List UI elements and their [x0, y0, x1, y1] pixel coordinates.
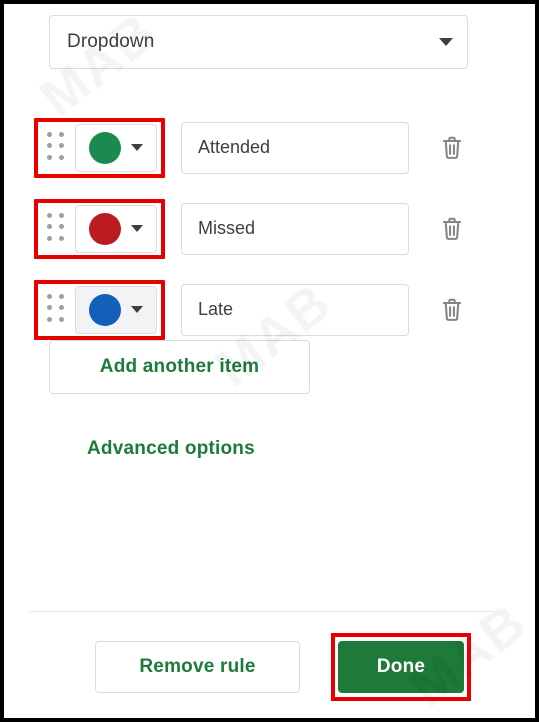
list-item: [4, 188, 535, 269]
item-value-input[interactable]: [181, 121, 409, 174]
delete-item-button[interactable]: [435, 212, 469, 246]
color-swatch: [89, 293, 121, 326]
footer-divider: [29, 611, 493, 612]
item-color-picker[interactable]: [75, 204, 157, 253]
item-value-input[interactable]: [181, 283, 409, 336]
item-color-picker[interactable]: [75, 285, 157, 334]
chevron-down-icon: [131, 144, 143, 151]
dropdown-rule-panel: MAB MAB MAB Dropdown: [4, 4, 535, 718]
drag-handle-icon[interactable]: [47, 293, 67, 326]
item-color-picker[interactable]: [75, 123, 157, 172]
drag-handle-icon[interactable]: [47, 212, 67, 245]
rule-type-value: Dropdown: [67, 31, 155, 52]
rule-type-dropdown[interactable]: Dropdown: [49, 15, 468, 69]
done-button-group: Done: [331, 633, 471, 701]
remove-rule-button[interactable]: Remove rule: [95, 641, 300, 693]
chevron-down-icon: [131, 306, 143, 313]
item-value-input[interactable]: [181, 202, 409, 255]
screenshot-frame: MAB MAB MAB Dropdown: [0, 0, 539, 722]
list-item: [4, 269, 535, 350]
list-item: [4, 107, 535, 188]
chevron-down-icon: [439, 38, 453, 46]
add-another-item-button[interactable]: Add another item: [49, 340, 310, 394]
color-swatch: [89, 131, 121, 164]
trash-icon: [442, 136, 462, 159]
delete-item-button[interactable]: [435, 293, 469, 327]
done-button[interactable]: Done: [338, 641, 464, 693]
item-handle-color-group: [34, 117, 165, 178]
chevron-down-icon: [131, 225, 143, 232]
trash-icon: [442, 298, 462, 321]
color-swatch: [89, 212, 121, 245]
item-handle-color-group: [34, 198, 165, 259]
trash-icon: [442, 217, 462, 240]
item-handle-color-group: [34, 279, 165, 340]
delete-item-button[interactable]: [435, 131, 469, 165]
drag-handle-icon[interactable]: [47, 131, 67, 164]
dropdown-items-list: [4, 107, 535, 350]
advanced-options-link[interactable]: Advanced options: [87, 438, 255, 460]
